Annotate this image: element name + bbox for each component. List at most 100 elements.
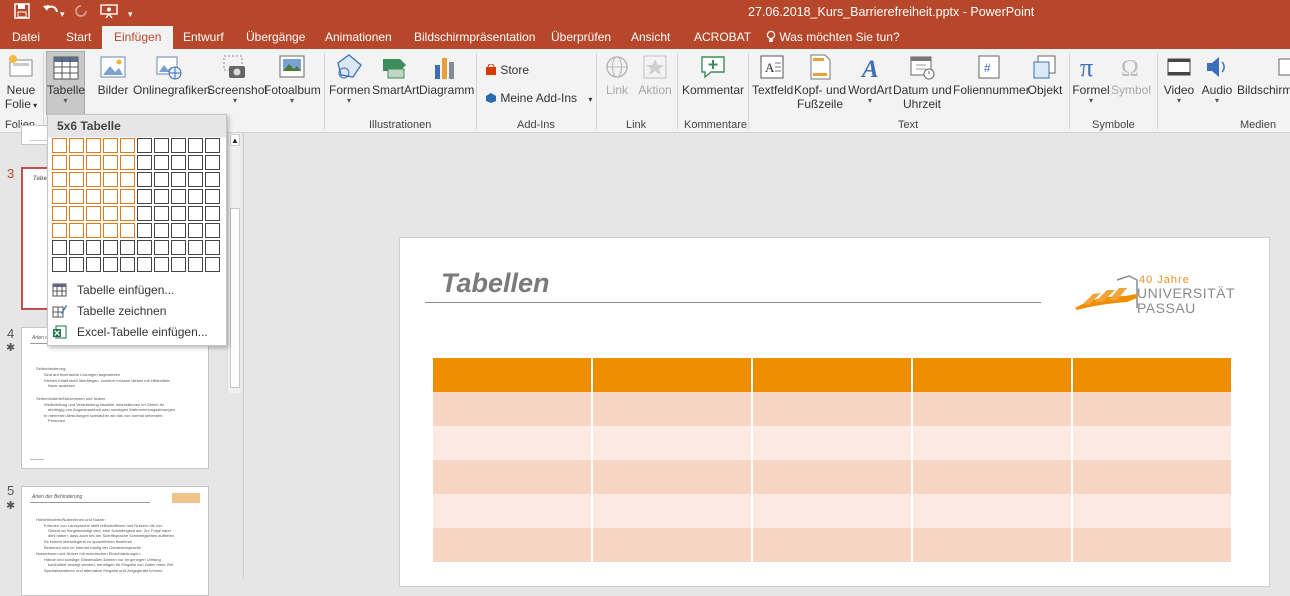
table-grid-cell[interactable]: [69, 240, 84, 255]
table-grid-cell[interactable]: [137, 223, 152, 238]
table-grid-cell[interactable]: [188, 172, 203, 187]
thumbnail-scrollbar[interactable]: ▲: [227, 133, 241, 393]
table-grid-cell[interactable]: [52, 223, 67, 238]
table-grid-cell[interactable]: [171, 189, 186, 204]
table-grid-cell[interactable]: [137, 257, 152, 272]
slide-title[interactable]: Tabellen: [441, 268, 550, 299]
tabelle-button[interactable]: Tabelle ▾: [46, 51, 85, 115]
meine-addins-button[interactable]: Meine Add-Ins ▾: [485, 91, 592, 105]
slide-table[interactable]: [431, 358, 1233, 562]
tab-start[interactable]: Start: [66, 26, 91, 49]
tabelle-einfuegen-menu-item[interactable]: Tabelle einfügen...: [48, 280, 226, 301]
table-grid-cell[interactable]: [86, 138, 101, 153]
table-grid-cell[interactable]: [103, 155, 118, 170]
table-grid-cell[interactable]: [154, 240, 169, 255]
current-slide[interactable]: Tabellen 40 Jahre UNIVERSITÄT PASSAU: [399, 237, 1270, 587]
table-grid-cell[interactable]: [86, 223, 101, 238]
table-cell[interactable]: [593, 392, 751, 426]
table-grid-cell[interactable]: [205, 189, 220, 204]
table-grid-cell[interactable]: [120, 138, 135, 153]
kommentar-button[interactable]: Kommentar: [682, 53, 744, 97]
table-grid-cell[interactable]: [171, 155, 186, 170]
table-grid-cell[interactable]: [103, 223, 118, 238]
tab-ansicht[interactable]: Ansicht: [631, 26, 670, 49]
table-grid-cell[interactable]: [69, 155, 84, 170]
table-cell[interactable]: [433, 494, 591, 528]
table-cell[interactable]: [753, 528, 911, 562]
table-grid-cell[interactable]: [69, 223, 84, 238]
table-cell[interactable]: [593, 528, 751, 562]
table-grid-cell[interactable]: [52, 206, 67, 221]
table-cell[interactable]: [913, 358, 1071, 392]
fotoalbum-button[interactable]: Fotoalbum ▾: [264, 53, 321, 105]
table-cell[interactable]: [753, 358, 911, 392]
table-cell[interactable]: [913, 528, 1071, 562]
table-grid-cell[interactable]: [205, 138, 220, 153]
table-cell[interactable]: [593, 358, 751, 392]
table-grid-cell[interactable]: [188, 223, 203, 238]
table-grid-cell[interactable]: [154, 172, 169, 187]
table-cell[interactable]: [753, 392, 911, 426]
kopf-fusszeile-button[interactable]: Kopf- und Fußzeile: [794, 53, 846, 111]
table-grid-cell[interactable]: [205, 257, 220, 272]
table-grid-cell[interactable]: [171, 172, 186, 187]
neue-folie-button[interactable]: Neue Folie ▾: [2, 53, 40, 113]
table-grid-cell[interactable]: [188, 138, 203, 153]
table-grid-cell[interactable]: [86, 172, 101, 187]
slide-thumbnail-4[interactable]: Arten der Behinderung Sehbehinderung: Si…: [21, 327, 209, 469]
table-grid-cell[interactable]: [205, 155, 220, 170]
smartart-button[interactable]: SmartArt: [372, 53, 419, 97]
table-cell[interactable]: [1073, 494, 1231, 528]
scroll-up-arrow-icon[interactable]: ▲: [230, 134, 240, 146]
tabelle-zeichnen-menu-item[interactable]: Tabelle zeichnen: [48, 301, 226, 322]
table-grid-cell[interactable]: [120, 240, 135, 255]
redo-icon[interactable]: [74, 3, 88, 24]
table-grid-cell[interactable]: [120, 206, 135, 221]
table-grid-cell[interactable]: [171, 206, 186, 221]
customize-toolbar-icon[interactable]: ▾: [128, 5, 133, 23]
table-grid-cell[interactable]: [205, 240, 220, 255]
table-grid-cell[interactable]: [171, 240, 186, 255]
table-grid-cell[interactable]: [86, 155, 101, 170]
table-cell[interactable]: [593, 460, 751, 494]
table-cell[interactable]: [433, 392, 591, 426]
table-grid-cell[interactable]: [154, 155, 169, 170]
table-cell[interactable]: [433, 358, 591, 392]
tab-acrobat[interactable]: ACROBAT: [694, 26, 751, 49]
table-grid-cell[interactable]: [69, 206, 84, 221]
table-grid-cell[interactable]: [137, 240, 152, 255]
table-grid-cell[interactable]: [154, 138, 169, 153]
slide-thumbnail-5[interactable]: Arten der Behinderung Hörbehinderte/Nutz…: [21, 486, 209, 596]
aktion-button[interactable]: Aktion: [637, 53, 673, 97]
table-cell[interactable]: [433, 528, 591, 562]
table-grid-cell[interactable]: [154, 206, 169, 221]
tab-bildschirmpraesentation[interactable]: Bildschirmpräsentation: [414, 26, 535, 49]
table-grid-cell[interactable]: [103, 240, 118, 255]
present-icon[interactable]: [100, 3, 118, 24]
tab-animationen[interactable]: Animationen: [325, 26, 392, 49]
screenshot-button[interactable]: Screenshot ▾: [207, 53, 268, 105]
table-grid-cell[interactable]: [52, 138, 67, 153]
table-grid-cell[interactable]: [205, 172, 220, 187]
table-grid-cell[interactable]: [205, 223, 220, 238]
table-grid-cell[interactable]: [188, 206, 203, 221]
table-grid-cell[interactable]: [154, 189, 169, 204]
link-button[interactable]: Link: [601, 53, 633, 97]
video-button[interactable]: Video ▾: [1161, 53, 1197, 105]
foliennummer-button[interactable]: # Foliennummer: [953, 53, 1030, 97]
table-grid-cell[interactable]: [69, 189, 84, 204]
table-grid-cell[interactable]: [188, 257, 203, 272]
objekt-button[interactable]: Objekt: [1027, 53, 1063, 97]
table-grid-cell[interactable]: [188, 155, 203, 170]
table-cell[interactable]: [753, 460, 911, 494]
audio-button[interactable]: Audio ▾: [1199, 53, 1235, 105]
table-grid-cell[interactable]: [188, 189, 203, 204]
table-grid-cell[interactable]: [86, 189, 101, 204]
table-grid-cell[interactable]: [137, 206, 152, 221]
table-cell[interactable]: [913, 426, 1071, 460]
table-grid-cell[interactable]: [69, 138, 84, 153]
table-grid-cell[interactable]: [52, 155, 67, 170]
store-button[interactable]: Store: [485, 63, 529, 77]
undo-dropdown-icon[interactable]: ▾: [60, 5, 65, 23]
tab-uebergaenge[interactable]: Übergänge: [246, 26, 305, 49]
